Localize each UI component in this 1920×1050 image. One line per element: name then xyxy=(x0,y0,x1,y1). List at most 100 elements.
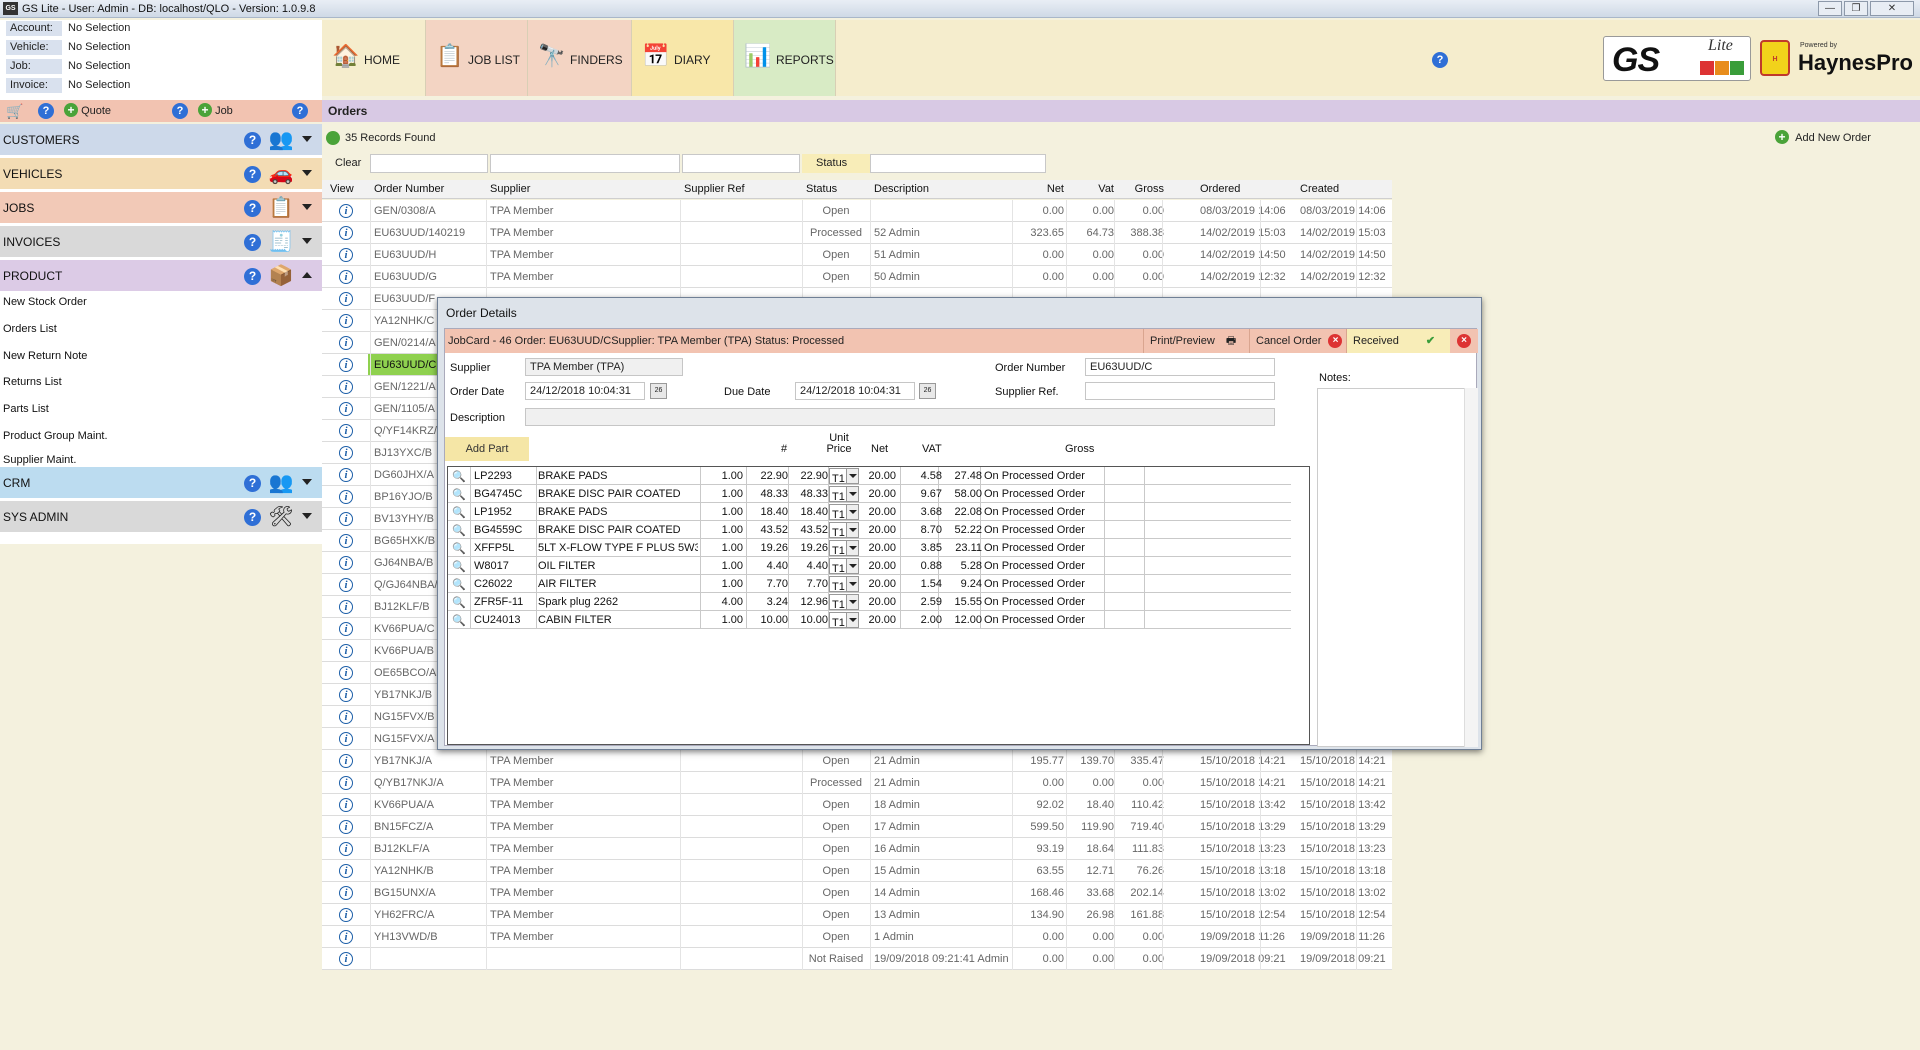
part-row[interactable]: 🔍 LP1952 BRAKE PADS 1.00 18.40 18.40 20.00 3.68… xyxy=(448,503,1291,521)
table-row[interactable]: i BJ12KLF/A TPA Member Open 16 Admin 93.19 18.… xyxy=(322,838,1392,860)
column-header[interactable]: Description xyxy=(874,183,1014,195)
received-button[interactable]: Received ✔ xyxy=(1346,329,1450,353)
magnifier-icon[interactable]: 🔍 xyxy=(452,488,466,502)
info-icon[interactable]: i xyxy=(339,358,353,372)
column-header[interactable]: Supplier Ref xyxy=(684,183,804,195)
toolbar-job-list-button[interactable]: 📋 JOB LIST xyxy=(426,20,528,96)
part-row[interactable]: 🔍 C26022 AIR FILTER 1.00 7.70 7.70 20.00 1.54 9.… xyxy=(448,575,1291,593)
info-icon[interactable]: i xyxy=(339,666,353,680)
order-number-filter[interactable] xyxy=(370,154,488,173)
vat-code-select[interactable]: T1 xyxy=(829,540,859,557)
table-row[interactable]: i Q/YB17NKJ/A TPA Member Processed 21 Admin 0… xyxy=(322,772,1392,794)
add-quote-button[interactable]: + Quote xyxy=(64,103,111,117)
column-header[interactable]: Vat xyxy=(1074,183,1114,195)
help-icon[interactable]: ? xyxy=(244,509,261,526)
supplier-field[interactable]: TPA Member (TPA) xyxy=(525,358,683,376)
vat-code-select[interactable]: T1 xyxy=(829,522,859,539)
chevron-down-icon[interactable] xyxy=(846,541,858,555)
magnifier-icon[interactable]: 🔍 xyxy=(452,524,466,538)
table-row[interactable]: i EU63UUD/140219 TPA Member Processed 52 Adm… xyxy=(322,222,1392,244)
table-row[interactable]: i GEN/0308/A TPA Member Open 0.00 0.00 0.00 08/… xyxy=(322,200,1392,222)
column-header[interactable]: Order Number xyxy=(374,183,484,195)
chevron-down-icon[interactable] xyxy=(846,523,858,537)
info-icon[interactable]: i xyxy=(339,864,353,878)
add-new-order-button[interactable]: + Add New Order xyxy=(1775,130,1871,144)
info-icon[interactable]: i xyxy=(339,952,353,966)
part-row[interactable]: 🔍 W8017 OIL FILTER 1.00 4.40 4.40 20.00 0.88 5.2… xyxy=(448,557,1291,575)
cancel-order-button[interactable]: Cancel Order × xyxy=(1249,329,1345,353)
nav-section-crm[interactable]: CRM? 👥 xyxy=(0,467,322,499)
info-icon[interactable]: i xyxy=(339,798,353,812)
context-value[interactable]: No Selection xyxy=(68,59,130,74)
column-header[interactable]: Created xyxy=(1300,183,1390,195)
nav-section-jobs[interactable]: JOBS? 📋 xyxy=(0,192,322,224)
chevron-down-icon[interactable] xyxy=(302,204,312,210)
help-icon[interactable]: ? xyxy=(38,103,54,119)
info-icon[interactable]: i xyxy=(339,512,353,526)
help-icon[interactable]: ? xyxy=(244,234,261,251)
info-icon[interactable]: i xyxy=(339,754,353,768)
chevron-down-icon[interactable] xyxy=(846,505,858,519)
context-value[interactable]: No Selection xyxy=(68,40,130,55)
column-header[interactable]: Supplier xyxy=(490,183,680,195)
info-icon[interactable]: i xyxy=(339,776,353,790)
chevron-down-icon[interactable] xyxy=(846,559,858,573)
vat-code-select[interactable]: T1 xyxy=(829,558,859,575)
magnifier-icon[interactable]: 🔍 xyxy=(452,506,466,520)
info-icon[interactable]: i xyxy=(339,578,353,592)
info-icon[interactable]: i xyxy=(339,336,353,350)
info-icon[interactable]: i xyxy=(339,600,353,614)
column-header[interactable]: Ordered xyxy=(1200,183,1296,195)
add-part-button[interactable]: Add Part xyxy=(445,437,529,461)
toolbar-reports-button[interactable]: 📊 REPORTS xyxy=(734,20,836,96)
info-icon[interactable]: i xyxy=(339,644,353,658)
magnifier-icon[interactable]: 🔍 xyxy=(452,596,466,610)
info-icon[interactable]: i xyxy=(339,380,353,394)
info-icon[interactable]: i xyxy=(339,556,353,570)
nav-link[interactable]: New Return Note xyxy=(3,350,87,362)
toolbar-diary-button[interactable]: 📅 DIARY xyxy=(632,20,734,96)
status-filter[interactable] xyxy=(870,154,1046,173)
table-row[interactable]: i YH13VWD/B TPA Member Open 1 Admin 0.00 0.00 0… xyxy=(322,926,1392,948)
toolbar-home-button[interactable]: 🏠 HOME xyxy=(322,20,426,96)
magnifier-icon[interactable]: 🔍 xyxy=(452,614,466,628)
order-date-field[interactable]: 24/12/2018 10:04:31 xyxy=(525,382,645,400)
nav-section-sys-admin[interactable]: SYS ADMIN? 🛠 xyxy=(0,501,322,533)
nav-section-product[interactable]: PRODUCT? 📦 xyxy=(0,260,322,292)
vat-code-select[interactable]: T1 xyxy=(829,576,859,593)
supplier-filter[interactable] xyxy=(490,154,680,173)
notes-textarea[interactable] xyxy=(1317,388,1478,747)
nav-section-vehicles[interactable]: VEHICLES? 🚗 xyxy=(0,158,322,190)
nav-link[interactable]: Supplier Maint. xyxy=(3,454,76,466)
nav-section-customers[interactable]: CUSTOMERS? 👥 xyxy=(0,124,322,156)
table-row[interactable]: i BG15UNX/A TPA Member Open 14 Admin 168.46 33… xyxy=(322,882,1392,904)
description-field[interactable] xyxy=(525,408,1275,426)
nav-link[interactable]: Orders List xyxy=(3,323,57,335)
part-row[interactable]: 🔍 CU24013 CABIN FILTER 1.00 10.00 10.00 20.00 2… xyxy=(448,611,1291,629)
help-icon[interactable]: ? xyxy=(244,132,261,149)
info-icon[interactable]: i xyxy=(339,930,353,944)
info-icon[interactable]: i xyxy=(339,226,353,240)
column-header[interactable]: Gross xyxy=(1122,183,1164,195)
minimize-button[interactable]: — xyxy=(1818,1,1842,16)
close-window-button[interactable]: ✕ xyxy=(1870,1,1914,16)
help-icon[interactable]: ? xyxy=(292,103,308,119)
chevron-down-icon[interactable] xyxy=(846,577,858,591)
supplier-ref-filter[interactable] xyxy=(682,154,800,173)
help-icon[interactable]: ? xyxy=(1432,52,1448,68)
info-icon[interactable]: i xyxy=(339,446,353,460)
vat-code-select[interactable]: T1 xyxy=(829,486,859,503)
info-icon[interactable]: i xyxy=(339,248,353,262)
table-row[interactable]: i KV66PUA/A TPA Member Open 18 Admin 92.02 18.… xyxy=(322,794,1392,816)
info-icon[interactable]: i xyxy=(339,468,353,482)
chevron-down-icon[interactable] xyxy=(302,170,312,176)
nav-link[interactable]: Parts List xyxy=(3,403,49,415)
add-job-button[interactable]: + Job xyxy=(198,103,233,117)
nav-section-invoices[interactable]: INVOICES? 🧾 xyxy=(0,226,322,258)
close-dialog-button[interactable]: × xyxy=(1452,329,1478,353)
notes-scrollbar[interactable] xyxy=(1464,388,1478,747)
maximize-button[interactable]: ❐ xyxy=(1844,1,1868,16)
part-row[interactable]: 🔍 ZFR5F-11 Spark plug 2262 4.00 3.24 12.96 20.… xyxy=(448,593,1291,611)
info-icon[interactable]: i xyxy=(339,710,353,724)
nav-link[interactable]: New Stock Order xyxy=(3,296,87,308)
